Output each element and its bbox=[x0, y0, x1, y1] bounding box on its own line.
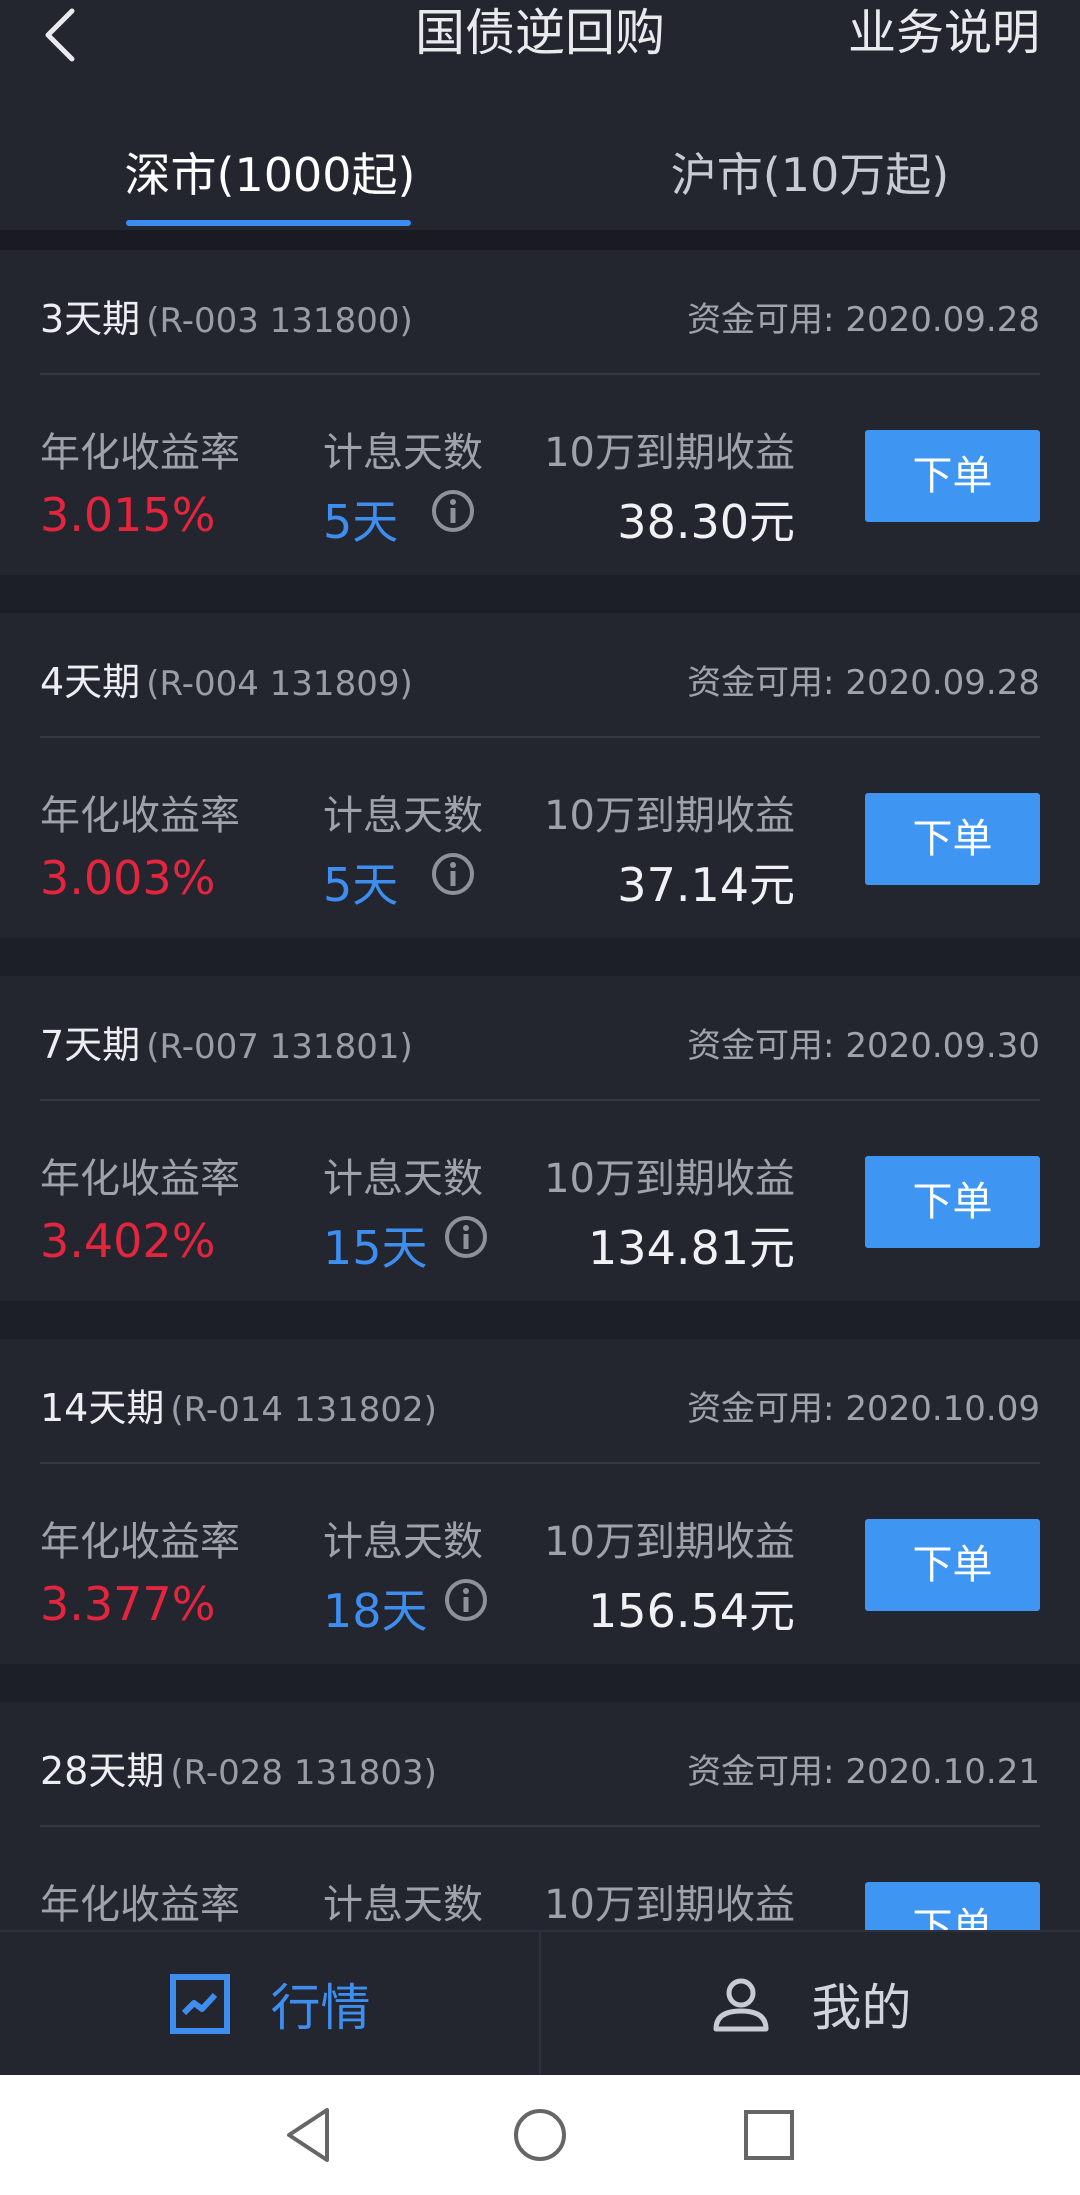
info-icon[interactable] bbox=[430, 488, 476, 534]
term-label: 7天期 (R-007 131801) bbox=[40, 1023, 413, 1067]
annual-rate-label: 年化收益率 bbox=[40, 1519, 240, 1565]
system-back-icon[interactable] bbox=[275, 2100, 345, 2170]
funds-available-date: 资金可用: 2020.10.09 bbox=[687, 1389, 1040, 1429]
product-code: (R-028 131803) bbox=[170, 1753, 437, 1793]
chart-icon bbox=[169, 1973, 230, 2034]
term-label: 3天期 (R-003 131800) bbox=[40, 297, 413, 341]
product-code: (R-004 131809) bbox=[146, 664, 413, 704]
term-label: 4天期 (R-004 131809) bbox=[40, 660, 413, 704]
card-header: 3天期 (R-003 131800) 资金可用: 2020.09.28 bbox=[40, 250, 1040, 375]
expected-gain-label: 10万到期收益 bbox=[544, 430, 795, 476]
card-header: 28天期 (R-028 131803) 资金可用: 2020.10.21 bbox=[40, 1702, 1040, 1827]
order-button[interactable]: 下单 bbox=[865, 1156, 1040, 1248]
card-header: 14天期 (R-014 131802) 资金可用: 2020.10.09 bbox=[40, 1339, 1040, 1464]
system-home-icon[interactable] bbox=[505, 2100, 575, 2170]
annual-rate-label: 年化收益率 bbox=[40, 1882, 240, 1928]
card-header: 7天期 (R-007 131801) 资金可用: 2020.09.30 bbox=[40, 976, 1040, 1101]
funds-available-date: 资金可用: 2020.09.30 bbox=[687, 1026, 1040, 1066]
tab-shenzhen[interactable]: 深市(1000起) bbox=[0, 120, 540, 230]
interest-days-label: 计息天数 bbox=[323, 1882, 483, 1928]
funds-available-date: 资金可用: 2020.09.28 bbox=[687, 663, 1040, 703]
divider bbox=[0, 230, 1080, 250]
expected-gain-label: 10万到期收益 bbox=[544, 1156, 795, 1202]
expected-gain-label: 10万到期收益 bbox=[544, 1519, 795, 1565]
system-nav-bar bbox=[0, 2075, 1080, 2195]
interest-days-value: 15天 bbox=[323, 1221, 428, 1275]
expected-gain-value: 38.30元 bbox=[617, 495, 795, 549]
expected-gain-value: 37.14元 bbox=[617, 858, 795, 912]
interest-days-label: 计息天数 bbox=[323, 1519, 483, 1565]
nav-mine-label: 我的 bbox=[811, 1978, 912, 2037]
annual-rate-value: 3.402% bbox=[40, 1214, 216, 1268]
expected-gain-label: 10万到期收益 bbox=[544, 793, 795, 839]
bottom-nav: 行情 我的 bbox=[0, 1930, 1080, 2075]
annual-rate-label: 年化收益率 bbox=[40, 430, 240, 476]
order-button[interactable]: 下单 bbox=[865, 1519, 1040, 1611]
order-button[interactable]: 下单 bbox=[865, 793, 1040, 885]
market-tabs: 深市(1000起) 沪市(10万起) bbox=[0, 120, 1080, 230]
term-label: 28天期 (R-028 131803) bbox=[40, 1749, 437, 1793]
header: 国债逆回购 业务说明 深市(1000起) 沪市(10万起) bbox=[0, 0, 1080, 250]
user-icon bbox=[713, 1978, 768, 2031]
system-recents-icon[interactable] bbox=[734, 2100, 804, 2170]
order-button[interactable]: 下单 bbox=[865, 1882, 1040, 1930]
repo-card: 7天期 (R-007 131801) 资金可用: 2020.09.30 年化收益率… bbox=[0, 976, 1080, 1301]
active-tab-indicator bbox=[126, 220, 411, 226]
annual-rate-value: 3.377% bbox=[40, 1577, 216, 1631]
annual-rate-value: 3.015% bbox=[40, 488, 216, 542]
nav-market-label: 行情 bbox=[270, 1978, 371, 2037]
annual-rate-value: 3.003% bbox=[40, 851, 216, 905]
business-help-link[interactable]: 业务说明 bbox=[848, 0, 1040, 70]
expected-gain-value: 156.54元 bbox=[588, 1584, 795, 1638]
repo-card: 28天期 (R-028 131803) 资金可用: 2020.10.21 年化收益… bbox=[0, 1702, 1080, 1930]
product-code: (R-003 131800) bbox=[146, 301, 413, 341]
order-button[interactable]: 下单 bbox=[865, 430, 1040, 522]
interest-days-value: 5天 bbox=[323, 858, 399, 912]
product-code: (R-007 131801) bbox=[146, 1027, 413, 1067]
info-icon[interactable] bbox=[430, 851, 476, 897]
repo-card: 3天期 (R-003 131800) 资金可用: 2020.09.28 年化收益率… bbox=[0, 250, 1080, 575]
tab-shanghai[interactable]: 沪市(10万起) bbox=[540, 120, 1080, 230]
term-label: 14天期 (R-014 131802) bbox=[40, 1386, 437, 1430]
interest-days-label: 计息天数 bbox=[323, 430, 483, 476]
interest-days-value: 5天 bbox=[323, 495, 399, 549]
product-code: (R-014 131802) bbox=[170, 1390, 437, 1430]
repo-card: 4天期 (R-004 131809) 资金可用: 2020.09.28 年化收益率… bbox=[0, 613, 1080, 938]
nav-market[interactable]: 行情 bbox=[0, 1932, 539, 2075]
funds-available-date: 资金可用: 2020.10.21 bbox=[687, 1752, 1040, 1792]
expected-gain-label: 10万到期收益 bbox=[544, 1882, 795, 1928]
annual-rate-label: 年化收益率 bbox=[40, 1156, 240, 1202]
info-icon[interactable] bbox=[443, 1577, 489, 1623]
card-header: 4天期 (R-004 131809) 资金可用: 2020.09.28 bbox=[40, 613, 1040, 738]
repo-page: 国债逆回购 业务说明 深市(1000起) 沪市(10万起) 3天期 (R-003 … bbox=[0, 0, 1080, 2195]
info-icon[interactable] bbox=[443, 1214, 489, 1260]
interest-days-label: 计息天数 bbox=[323, 793, 483, 839]
expected-gain-value: 134.81元 bbox=[588, 1221, 795, 1275]
annual-rate-label: 年化收益率 bbox=[40, 793, 240, 839]
interest-days-label: 计息天数 bbox=[323, 1156, 483, 1202]
funds-available-date: 资金可用: 2020.09.28 bbox=[687, 300, 1040, 340]
repo-card: 14天期 (R-014 131802) 资金可用: 2020.10.09 年化收益… bbox=[0, 1339, 1080, 1664]
repo-list: 3天期 (R-003 131800) 资金可用: 2020.09.28 年化收益率… bbox=[0, 250, 1080, 1930]
nav-mine[interactable]: 我的 bbox=[541, 1932, 1080, 2075]
interest-days-value: 18天 bbox=[323, 1584, 428, 1638]
